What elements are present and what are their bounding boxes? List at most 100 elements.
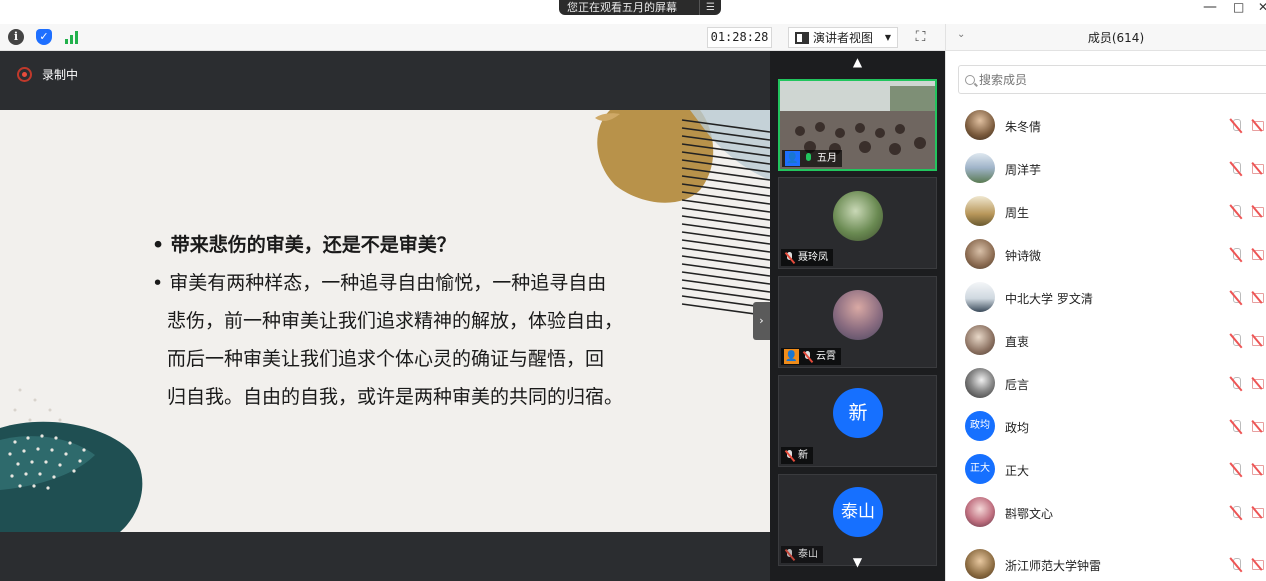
- mic-muted-icon[interactable]: [1229, 505, 1243, 521]
- mic-muted-icon[interactable]: [1229, 118, 1243, 134]
- member-avatar: [965, 196, 995, 226]
- title-bar: 您正在观看五月的屏幕 ☰ — □ ✕: [0, 0, 1266, 24]
- member-avatar: [965, 110, 995, 140]
- info-icon[interactable]: i: [8, 29, 24, 45]
- member-name: 浙江师范大学钟雷: [1005, 559, 1102, 573]
- member-row[interactable]: 斟鄂文心: [946, 492, 1266, 535]
- host-icon: 👤: [785, 151, 800, 166]
- member-avatar: 政均: [965, 411, 995, 441]
- member-row[interactable]: 朱冬倩: [946, 105, 1266, 148]
- mic-muted-icon[interactable]: [1229, 247, 1243, 263]
- search-icon: [965, 74, 975, 85]
- list-icon[interactable]: ☰: [699, 0, 721, 15]
- camera-off-icon[interactable]: [1252, 464, 1266, 475]
- meeting-timer: 01:28:28: [707, 27, 772, 48]
- member-name: 卮言: [1005, 378, 1030, 392]
- slide-text-block: • 带来悲伤的审美，还是不是审美？ • 审美有两种样态，一种追寻自由愉悦，一种追…: [152, 226, 712, 416]
- video-tile[interactable]: 新 新: [778, 375, 937, 467]
- recording-label: 录制中: [42, 68, 79, 82]
- scroll-down-icon[interactable]: ▼: [770, 553, 945, 571]
- mic-muted-icon[interactable]: [1229, 333, 1243, 349]
- mic-muted-icon: [784, 251, 795, 264]
- mic-muted-icon: [784, 449, 795, 462]
- signal-icon[interactable]: [64, 29, 82, 45]
- member-avatar: [965, 368, 995, 398]
- member-name: 直衷: [1005, 335, 1030, 349]
- camera-off-icon[interactable]: [1252, 249, 1266, 260]
- share-bottom-bar: [0, 532, 770, 581]
- member-name: 中北大学 罗文清: [1005, 292, 1093, 306]
- mic-muted-icon[interactable]: [1229, 462, 1243, 478]
- camera-off-icon[interactable]: [1252, 559, 1266, 570]
- member-avatar: 正大: [965, 454, 995, 484]
- video-tile[interactable]: 聂玲凤: [778, 177, 937, 269]
- participant-name: 五月: [817, 153, 837, 164]
- member-row[interactable]: 周洋芋: [946, 148, 1266, 191]
- camera-off-icon[interactable]: [1252, 206, 1266, 217]
- screen-share-banner[interactable]: 您正在观看五月的屏幕 ☰: [559, 0, 721, 15]
- member-name: 斟鄂文心: [1005, 507, 1054, 521]
- camera-off-icon[interactable]: [1252, 507, 1266, 518]
- video-tile[interactable]: 👤 五月: [778, 79, 937, 171]
- mic-muted-icon[interactable]: [1229, 376, 1243, 392]
- member-row[interactable]: 政均 政均: [946, 406, 1266, 449]
- camera-off-icon[interactable]: [1252, 120, 1266, 131]
- view-mode-label: 演讲者视图: [813, 31, 874, 45]
- participant-avatar: 新: [833, 388, 883, 438]
- close-button[interactable]: ✕: [1258, 0, 1266, 14]
- slide-bullet-line: • 审美有两种样态，一种追寻自由愉悦，一种追寻自由: [152, 272, 607, 294]
- shared-screen-slide: • 带来悲伤的审美，还是不是审美？ • 审美有两种样态，一种追寻自由愉悦，一种追…: [0, 110, 770, 532]
- member-search-input[interactable]: [979, 72, 1229, 87]
- member-row[interactable]: 浙江师范大学钟雷: [946, 544, 1266, 581]
- member-name: 朱冬倩: [1005, 120, 1042, 134]
- member-row[interactable]: 周生: [946, 191, 1266, 234]
- member-avatar: [965, 239, 995, 269]
- member-row[interactable]: 正大 正大: [946, 449, 1266, 492]
- tile-name-tag: 新: [781, 447, 813, 464]
- member-name: 周洋芋: [1005, 163, 1042, 177]
- maximize-button[interactable]: □: [1233, 0, 1244, 14]
- member-row[interactable]: 钟诗微: [946, 234, 1266, 277]
- participant-avatar: 泰山: [833, 487, 883, 537]
- member-name: 政均: [1005, 421, 1030, 435]
- slide-bullet-heading: • 带来悲伤的审美，还是不是审美？: [152, 234, 456, 256]
- mic-muted-icon[interactable]: [1229, 290, 1243, 306]
- mic-muted-icon: [802, 350, 813, 363]
- camera-off-icon[interactable]: [1252, 421, 1266, 432]
- video-gallery: ▲ 👤 五月 聂玲凤 👤 云霄 新 新 泰山 泰山 ▼: [770, 51, 945, 581]
- mic-icon: [803, 152, 814, 165]
- camera-off-icon[interactable]: [1252, 292, 1266, 303]
- mic-muted-icon[interactable]: [1229, 419, 1243, 435]
- mic-muted-icon[interactable]: [1229, 161, 1243, 177]
- tile-name-tag: 聂玲凤: [781, 249, 833, 266]
- member-row[interactable]: 卮言: [946, 363, 1266, 406]
- fullscreen-icon[interactable]: ⛶: [911, 28, 930, 47]
- minimize-button[interactable]: —: [1203, 0, 1217, 14]
- video-tile[interactable]: 👤 云霄: [778, 276, 937, 368]
- mic-muted-icon[interactable]: [1229, 557, 1243, 573]
- scroll-up-icon[interactable]: ▲: [770, 53, 945, 71]
- members-title: 成员(614): [1087, 31, 1145, 45]
- view-mode-button[interactable]: 演讲者视图 ▼: [788, 27, 898, 48]
- member-row[interactable]: 直衷: [946, 320, 1266, 363]
- member-avatar: [965, 153, 995, 183]
- participant-name: 新: [798, 450, 808, 461]
- participant-name: 云霄: [816, 351, 836, 362]
- member-name: 正大: [1005, 464, 1030, 478]
- camera-off-icon[interactable]: [1252, 378, 1266, 389]
- tile-name-tag: 👤 云霄: [781, 348, 841, 365]
- mic-muted-icon[interactable]: [1229, 204, 1243, 220]
- members-header: ⌄ 成员(614): [946, 24, 1266, 51]
- camera-off-icon[interactable]: [1252, 335, 1266, 346]
- meeting-window: 您正在观看五月的屏幕 ☰ — □ ✕ i ✓ 01:28:28 演讲者视图 ▼ …: [0, 0, 1266, 581]
- chevron-right-icon[interactable]: ›: [753, 302, 770, 340]
- camera-off-icon[interactable]: [1252, 163, 1266, 174]
- slide-bullet-line: 悲伤，前一种审美让我们追求精神的解放，体验自由，: [167, 310, 624, 332]
- participant-name: 聂玲凤: [798, 252, 828, 263]
- member-row[interactable]: 中北大学 罗文清: [946, 277, 1266, 320]
- member-name: 周生: [1005, 206, 1030, 220]
- member-name: 钟诗微: [1005, 249, 1042, 263]
- member-search-box[interactable]: [958, 65, 1266, 94]
- member-avatar: [965, 497, 995, 527]
- shield-icon[interactable]: ✓: [36, 29, 52, 45]
